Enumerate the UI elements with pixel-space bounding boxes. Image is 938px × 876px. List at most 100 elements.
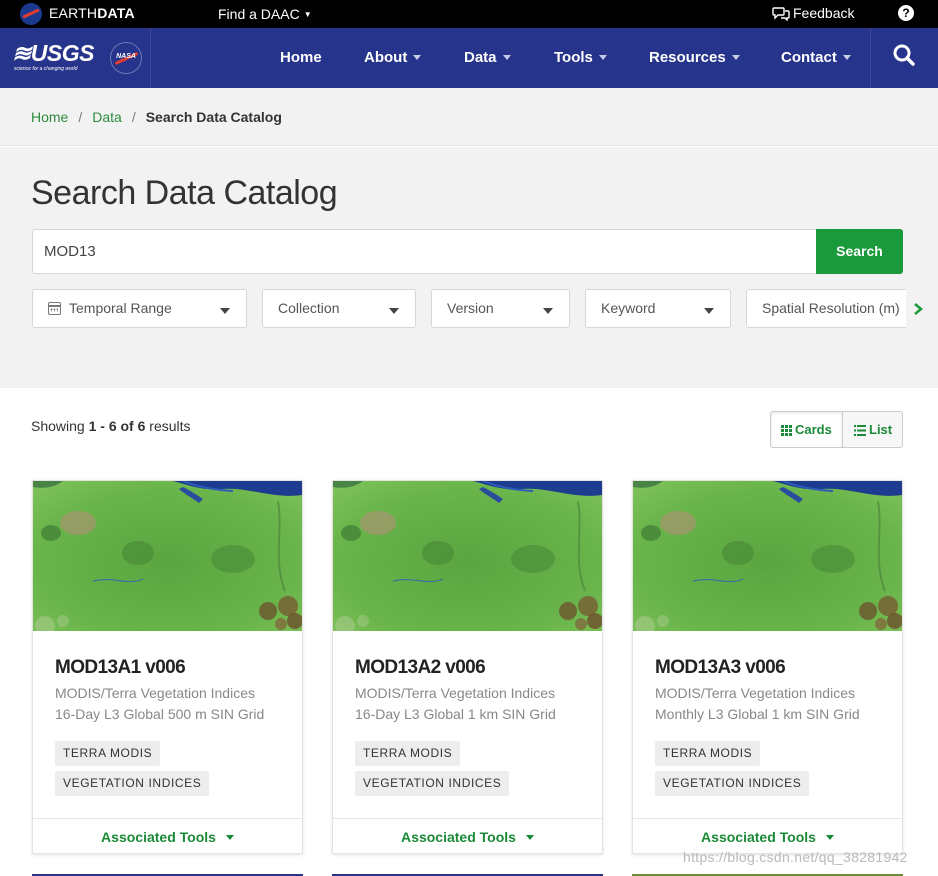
dataset-description: MODIS/Terra Vegetation Indices Monthly L… <box>655 683 895 725</box>
caret-down-icon: ▼ <box>303 10 312 19</box>
watermark: https://blog.csdn.net/qq_38281942 <box>683 849 908 865</box>
filter-temporal-range[interactable]: Temporal Range <box>32 289 247 328</box>
filter-version[interactable]: Version <box>431 289 570 328</box>
find-daac-dropdown[interactable]: Find a DAAC ▼ <box>218 6 312 22</box>
results-prefix: Showing <box>31 418 85 434</box>
filter-label: Version <box>447 300 494 316</box>
breadcrumb-data[interactable]: Data <box>92 109 122 125</box>
earthdata-brand-bold: DATA <box>97 5 135 21</box>
nav-data-label: Data <box>464 49 497 66</box>
cards-view-button[interactable]: Cards <box>771 412 843 447</box>
nasa-logo[interactable]: NASA <box>110 42 142 74</box>
tag-badge[interactable]: TERRA MODIS <box>355 741 461 766</box>
chevron-down-icon <box>413 55 422 60</box>
view-toggle: Cards List <box>770 411 903 448</box>
dataset-description-line: MODIS/Terra Vegetation Indices <box>55 685 255 701</box>
nasa-meatball-icon[interactable] <box>20 3 42 25</box>
dataset-card[interactable]: MOD13A2 v006 MODIS/Terra Vegetation Indi… <box>332 480 603 854</box>
tag-badge[interactable]: TERRA MODIS <box>55 741 161 766</box>
tag-badge[interactable]: TERRA MODIS <box>655 741 761 766</box>
tag-badge[interactable]: VEGETATION INDICES <box>355 771 510 796</box>
feedback-link[interactable]: Feedback <box>772 5 855 22</box>
nasa-wordmark: NASA <box>116 53 136 60</box>
cards-view-label: Cards <box>795 422 832 437</box>
dataset-thumbnail[interactable] <box>633 481 902 631</box>
nav-tools[interactable]: Tools <box>554 49 607 66</box>
caret-down-icon <box>225 835 234 840</box>
breadcrumb: Home / Data / Search Data Catalog <box>31 109 282 125</box>
caret-down-icon <box>543 308 553 314</box>
dataset-title[interactable]: MOD13A2 v006 <box>355 657 486 679</box>
filter-label: Spatial Resolution (m) <box>762 300 900 316</box>
search-input[interactable] <box>32 229 818 274</box>
list-view-label: List <box>869 422 893 437</box>
results-suffix: results <box>149 418 191 434</box>
nav-resources-label: Resources <box>649 49 726 66</box>
associated-tools-label: Associated Tools <box>101 829 216 845</box>
dataset-description-line: MODIS/Terra Vegetation Indices <box>355 685 555 701</box>
nav-data[interactable]: Data <box>464 49 511 66</box>
caret-down-icon <box>389 308 399 314</box>
filter-label: Temporal Range <box>69 300 172 316</box>
tag-badge[interactable]: VEGETATION INDICES <box>655 771 810 796</box>
dataset-thumbnail[interactable] <box>33 481 302 631</box>
chevron-down-icon <box>731 55 740 60</box>
associated-tools-dropdown[interactable]: Associated Tools <box>33 818 302 854</box>
dataset-thumbnail[interactable] <box>333 481 602 631</box>
associated-tools-label: Associated Tools <box>701 829 816 845</box>
nav-home[interactable]: Home <box>280 49 322 66</box>
results-range: 1 - 6 of 6 <box>88 418 146 434</box>
dataset-description-line: MODIS/Terra Vegetation Indices <box>655 685 855 701</box>
dataset-title[interactable]: MOD13A1 v006 <box>55 657 186 679</box>
chevron-down-icon <box>502 55 511 60</box>
dataset-description: MODIS/Terra Vegetation Indices 16-Day L3… <box>355 683 595 725</box>
dataset-description-line: 16-Day L3 Global 500 m SIN Grid <box>55 706 265 722</box>
list-icon <box>854 425 866 436</box>
results-count: Showing 1 - 6 of 6 results <box>31 418 191 434</box>
search-button[interactable]: Search <box>816 229 903 274</box>
breadcrumb-home[interactable]: Home <box>31 109 68 125</box>
earthdata-logo[interactable]: EARTHDATA <box>49 5 135 21</box>
breadcrumb-band: Home / Data / Search Data Catalog <box>0 88 938 146</box>
nav-about[interactable]: About <box>364 49 422 66</box>
help-icon[interactable]: ? <box>898 5 914 21</box>
nav-resources[interactable]: Resources <box>649 49 740 66</box>
dataset-card[interactable]: MOD13A3 v006 MODIS/Terra Vegetation Indi… <box>632 480 903 854</box>
earthdata-brand-light: EARTH <box>49 5 98 21</box>
dataset-description-line: 16-Day L3 Global 1 km SIN Grid <box>355 706 556 722</box>
breadcrumb-current: Search Data Catalog <box>145 109 282 125</box>
nav-contact[interactable]: Contact <box>781 49 851 66</box>
caret-down-icon <box>220 308 230 314</box>
dataset-card[interactable]: MOD13A1 v006 MODIS/Terra Vegetation Indi… <box>32 480 303 854</box>
search-icon[interactable] <box>893 44 915 66</box>
list-view-button[interactable]: List <box>843 412 903 447</box>
chevron-right-icon[interactable] <box>913 302 923 316</box>
page-title: Search Data Catalog <box>31 174 338 212</box>
nav-tools-label: Tools <box>554 49 593 66</box>
nav-contact-label: Contact <box>781 49 837 66</box>
feedback-label: Feedback <box>793 5 855 21</box>
usgs-logo[interactable]: ≋USGS science for a changing world <box>12 40 94 74</box>
grid-icon <box>781 425 792 436</box>
dataset-description-line: Monthly L3 Global 1 km SIN Grid <box>655 706 860 722</box>
dataset-title[interactable]: MOD13A3 v006 <box>655 657 786 679</box>
filter-spatial-resolution[interactable]: Spatial Resolution (m) <box>746 289 906 328</box>
nav-divider <box>150 28 151 88</box>
filter-keyword[interactable]: Keyword <box>585 289 731 328</box>
search-section: Search Data Catalog Search Temporal Rang… <box>0 147 938 388</box>
tag-badge[interactable]: VEGETATION INDICES <box>55 771 210 796</box>
caret-down-icon <box>525 835 534 840</box>
associated-tools-dropdown[interactable]: Associated Tools <box>333 818 602 854</box>
filter-collection[interactable]: Collection <box>262 289 416 328</box>
top-bar: EARTHDATA Find a DAAC ▼ Feedback ? <box>0 0 938 28</box>
find-daac-label: Find a DAAC <box>218 6 300 22</box>
breadcrumb-separator: / <box>78 109 83 125</box>
filter-label: Collection <box>278 300 340 316</box>
chevron-down-icon <box>842 55 851 60</box>
usgs-wordmark: ≋USGS <box>12 40 94 66</box>
associated-tools-label: Associated Tools <box>401 829 516 845</box>
breadcrumb-separator: / <box>131 109 136 125</box>
nav-about-label: About <box>364 49 408 66</box>
usgs-tagline: science for a changing world <box>14 66 78 72</box>
caret-down-icon <box>825 835 834 840</box>
